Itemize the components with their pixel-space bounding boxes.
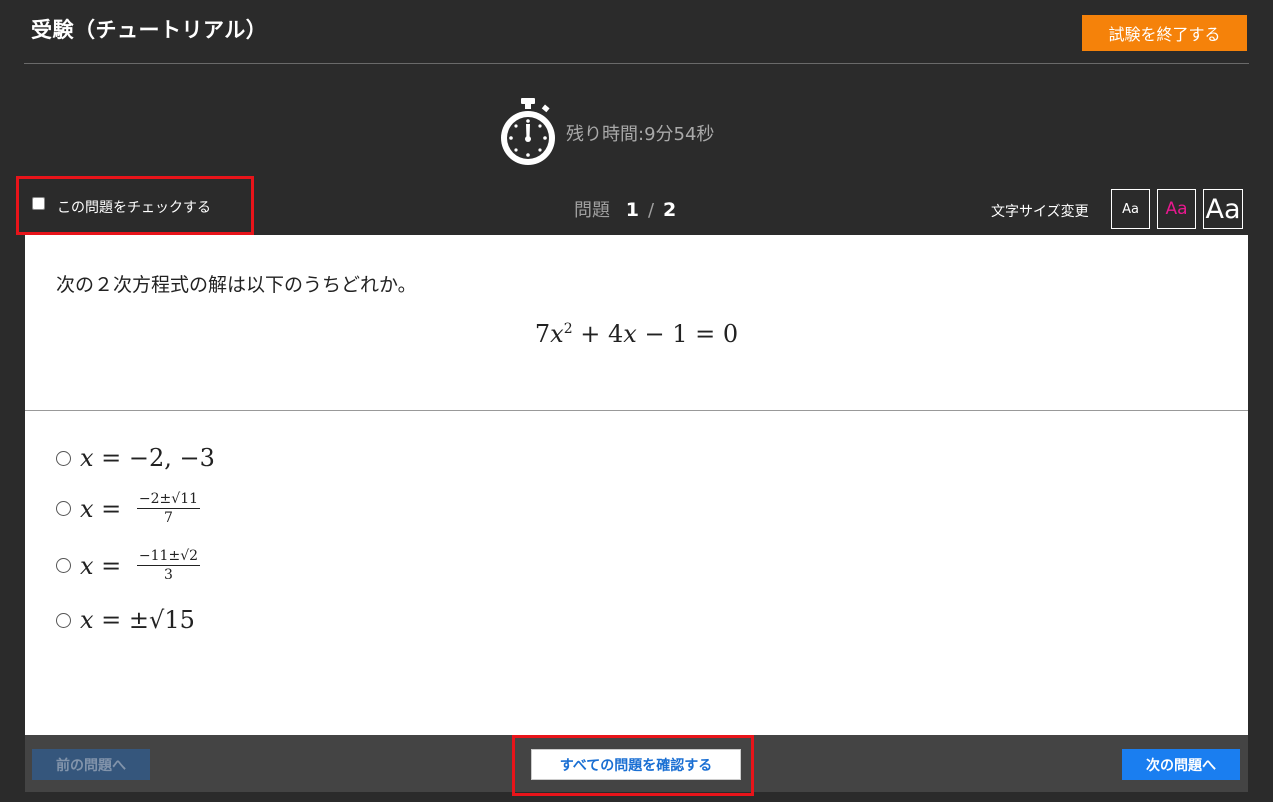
check-question-label: この問題をチェックする [57, 200, 211, 216]
equation-coefficient: 7 [534, 320, 551, 348]
next-question-button[interactable]: 次の問題へ [1122, 749, 1240, 780]
question-equation: 7x2 + 4x − 1 = 0 [25, 320, 1248, 348]
stopwatch-icon [501, 98, 555, 165]
check-question-toggle[interactable]: この問題をチェックする [16, 176, 254, 235]
answer-lhs: x [80, 444, 94, 472]
answer-eq: = [93, 494, 129, 523]
question-counter-prefix: 問題 [574, 200, 610, 221]
question-text: 次の２次方程式の解は以下のうちどれか。 [56, 274, 417, 296]
fraction-numerator: −2±√11 [136, 491, 201, 510]
answer-option-1[interactable]: x = −2, −3 [56, 444, 215, 472]
answer-fraction: −11±√2 3 [136, 548, 201, 584]
answer-lhs: x [80, 494, 94, 523]
answer-radio-4[interactable] [56, 612, 71, 628]
question-current: 1 [625, 199, 639, 221]
check-question-checkbox[interactable] [32, 197, 45, 210]
review-all-button[interactable]: すべての問題を確認する [531, 749, 741, 780]
fraction-numerator: −11±√2 [136, 548, 201, 567]
question-counter: 問題 1 / 2 [574, 196, 676, 222]
header-divider [24, 63, 1249, 64]
answer-math-3: x = −11±√2 3 [80, 548, 201, 584]
prev-question-button[interactable]: 前の問題へ [32, 749, 150, 780]
answer-option-2[interactable]: x = −2±√11 7 [56, 491, 201, 527]
answer-math-1: x = −2, −3 [80, 444, 215, 472]
answer-value: −2, −3 [128, 444, 215, 472]
question-panel: 次の２次方程式の解は以下のうちどれか。 7x2 + 4x − 1 = 0 x =… [25, 235, 1248, 735]
page-title: 受験（チュートリアル） [31, 18, 268, 42]
font-size-label: 文字サイズ変更 [991, 204, 1089, 220]
answer-lhs: x [80, 551, 94, 580]
footer-bar: 前の問題へ すべての問題を確認する 次の問題へ [25, 735, 1248, 796]
equation-variable: x [550, 320, 564, 348]
equation-middle: + 4 [572, 320, 624, 348]
font-size-large-button[interactable]: Aa [1203, 189, 1243, 229]
question-counter-separator: / [647, 200, 655, 221]
fraction-denominator: 7 [164, 510, 173, 527]
answer-lhs: x [80, 606, 94, 634]
equation-exponent: 2 [563, 321, 573, 337]
panel-divider [25, 410, 1248, 411]
answer-radio-2[interactable] [56, 501, 71, 517]
answer-option-3[interactable]: x = −11±√2 3 [56, 548, 201, 584]
exam-screen: 受験（チュートリアル） 試験を終了する 残り時間:9分54秒 この問題をチェック… [0, 0, 1273, 802]
fraction-denominator: 3 [164, 567, 173, 584]
answer-fraction: −2±√11 7 [136, 491, 201, 527]
font-size-medium-button[interactable]: Aa [1157, 189, 1196, 229]
equation-variable-2: x [623, 320, 637, 348]
answer-eq: = [93, 551, 129, 580]
font-size-small-button[interactable]: Aa [1111, 189, 1150, 229]
answer-value: ±√15 [128, 606, 195, 634]
review-highlight: すべての問題を確認する [512, 735, 754, 796]
answer-radio-1[interactable] [56, 450, 71, 466]
timer: 残り時間:9分54秒 [498, 96, 714, 168]
answer-eq: = [93, 606, 129, 634]
answer-radio-3[interactable] [56, 558, 71, 574]
answer-math-2: x = −2±√11 7 [80, 491, 201, 527]
answer-option-4[interactable]: x = ±√15 [56, 606, 195, 634]
equation-tail: − 1 = 0 [636, 320, 739, 348]
answer-eq: = [93, 444, 129, 472]
answer-math-4: x = ±√15 [80, 606, 195, 634]
end-exam-button[interactable]: 試験を終了する [1082, 15, 1247, 51]
time-remaining: 残り時間:9分54秒 [566, 124, 715, 145]
question-total: 2 [663, 199, 677, 221]
